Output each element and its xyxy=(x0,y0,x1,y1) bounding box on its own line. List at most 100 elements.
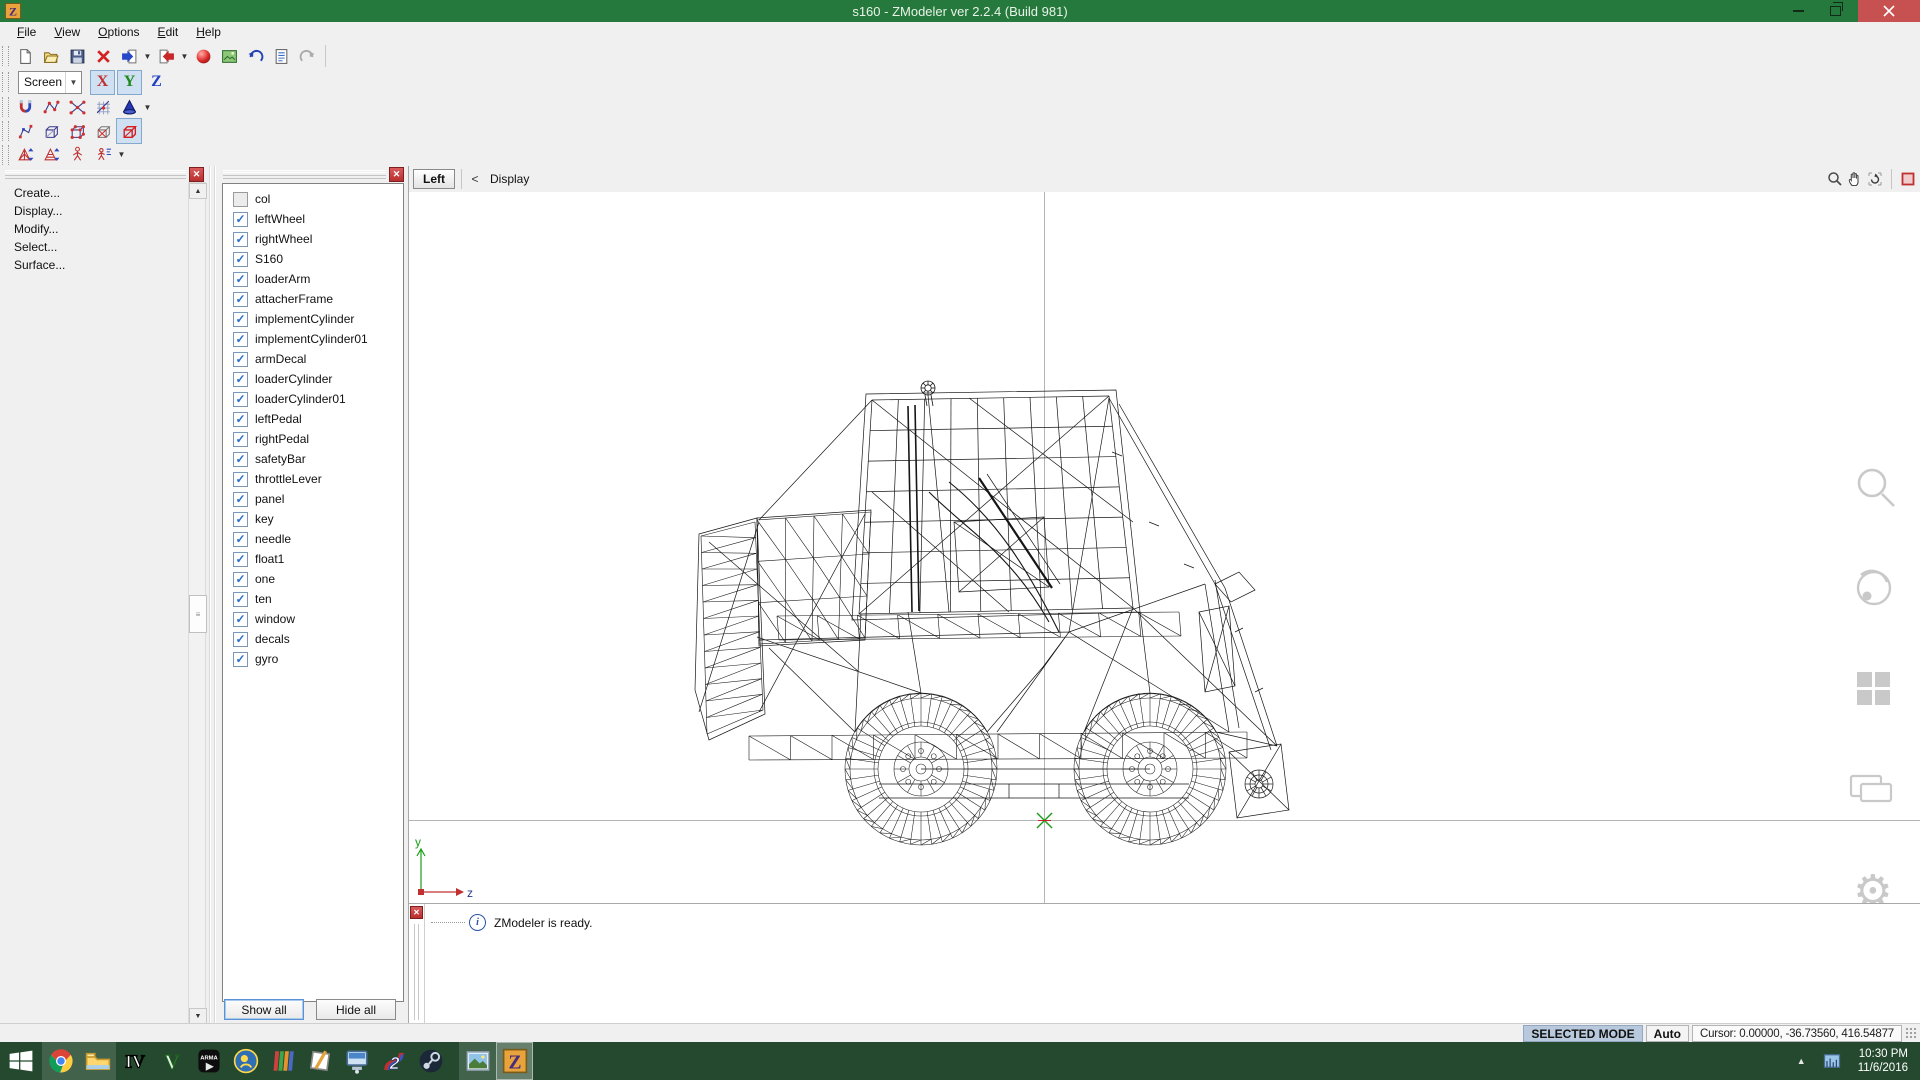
taskbar-arma[interactable]: ARMA xyxy=(190,1042,227,1080)
object-checkbox[interactable]: ✓ xyxy=(233,372,248,387)
object-row[interactable]: ✓leftWheel xyxy=(223,209,403,229)
object-row[interactable]: ✓one xyxy=(223,569,403,589)
object-row[interactable]: ✓S160 xyxy=(223,249,403,269)
object-row[interactable]: ✓attacherFrame xyxy=(223,289,403,309)
object-checkbox[interactable]: ✓ xyxy=(233,472,248,487)
menu-file[interactable]: File xyxy=(8,23,45,41)
taskbar-chrome[interactable] xyxy=(42,1042,79,1080)
taskbar-photo-viewer[interactable] xyxy=(459,1042,496,1080)
commands-scrollbar[interactable]: ▲ ≡ ▼ xyxy=(188,182,206,1025)
view-label-button[interactable]: Left xyxy=(413,169,455,189)
bones-figure-icon[interactable] xyxy=(64,142,90,168)
object-row[interactable]: ✓panel xyxy=(223,489,403,509)
object-row[interactable]: ✓leftPedal xyxy=(223,409,403,429)
scroll-down-icon[interactable]: ▼ xyxy=(189,1008,207,1024)
screen-select[interactable]: Screen ▼ xyxy=(18,71,82,94)
minimize-button[interactable] xyxy=(1781,0,1815,22)
hide-all-button[interactable]: Hide all xyxy=(316,999,396,1020)
scroll-up-icon[interactable]: ▲ xyxy=(189,183,207,199)
show-all-button[interactable]: Show all xyxy=(224,999,304,1020)
toolbar-grip[interactable] xyxy=(2,97,9,117)
view-history-button[interactable]: < xyxy=(468,172,482,186)
menu-view[interactable]: View xyxy=(45,23,89,41)
object-checkbox[interactable]: ✓ xyxy=(233,612,248,627)
axis-z-button[interactable]: Z xyxy=(144,70,169,95)
object-checkbox[interactable]: ✓ xyxy=(233,252,248,267)
tray-app-icon[interactable] xyxy=(1822,1051,1842,1071)
object-row[interactable]: ✓window xyxy=(223,609,403,629)
panel-grip[interactable] xyxy=(223,170,386,179)
taskbar-media-stripes[interactable] xyxy=(264,1042,301,1080)
object-row[interactable]: ✓needle xyxy=(223,529,403,549)
maximize-viewport-icon[interactable] xyxy=(1898,169,1918,189)
object-row[interactable]: ✓loaderCylinder xyxy=(223,369,403,389)
import-icon[interactable] xyxy=(116,43,142,69)
toolbar-grip[interactable] xyxy=(2,46,9,66)
animation-figure-dropdown[interactable]: ▼ xyxy=(116,143,127,167)
object-checkbox[interactable]: ✓ xyxy=(233,332,248,347)
axis-x-button[interactable]: X xyxy=(90,70,115,95)
animation-figure-icon[interactable] xyxy=(90,142,116,168)
import-dropdown[interactable]: ▼ xyxy=(142,44,153,68)
object-checkbox[interactable]: ✓ xyxy=(233,432,248,447)
object-row[interactable]: ✓armDecal xyxy=(223,349,403,369)
command-modify[interactable]: Modify... xyxy=(0,220,186,238)
object-checkbox[interactable]: ✓ xyxy=(233,312,248,327)
uv-mapper-2-icon[interactable] xyxy=(38,142,64,168)
object-checkbox[interactable]: ✓ xyxy=(233,512,248,527)
object-row[interactable]: ✓safetyBar xyxy=(223,449,403,469)
zoom-icon[interactable] xyxy=(1825,169,1845,189)
cube-vertices-icon[interactable] xyxy=(64,118,90,144)
menu-options[interactable]: Options xyxy=(89,23,148,41)
object-checkbox[interactable]: ✓ xyxy=(233,352,248,367)
object-checkbox[interactable]: ✓ xyxy=(233,652,248,667)
pan-icon[interactable] xyxy=(1845,169,1865,189)
toolbar-grip[interactable] xyxy=(2,145,9,165)
cube-faces-icon[interactable] xyxy=(90,118,116,144)
cone-primitive-dropdown[interactable]: ▼ xyxy=(142,95,153,119)
object-checkbox[interactable]: ✓ xyxy=(233,552,248,567)
cone-primitive-icon[interactable] xyxy=(116,94,142,120)
commands-panel-close-button[interactable]: ✕ xyxy=(189,167,204,182)
object-checkbox[interactable]: ✓ xyxy=(233,212,248,227)
objects-panel-close-button[interactable]: ✕ xyxy=(389,167,404,182)
grid-snap-icon[interactable] xyxy=(90,94,116,120)
taskbar-gta-iv[interactable]: IV xyxy=(116,1042,153,1080)
command-create[interactable]: Create... xyxy=(0,184,186,202)
object-checkbox[interactable]: ✓ xyxy=(233,572,248,587)
object-checkbox[interactable]: ✓ xyxy=(233,412,248,427)
taskbar-file-explorer[interactable] xyxy=(79,1042,116,1080)
export-dropdown[interactable]: ▼ xyxy=(179,44,190,68)
object-checkbox[interactable]: ✓ xyxy=(233,292,248,307)
object-row[interactable]: ✓rightPedal xyxy=(223,429,403,449)
orbit-icon[interactable] xyxy=(1865,169,1885,189)
taskbar-fallout[interactable] xyxy=(227,1042,264,1080)
taskbar-steam[interactable] xyxy=(412,1042,449,1080)
object-row[interactable]: col xyxy=(223,189,403,209)
object-row[interactable]: ✓implementCylinder01 xyxy=(223,329,403,349)
resize-grip[interactable] xyxy=(1905,1027,1918,1040)
log-view-icon[interactable] xyxy=(268,43,294,69)
commands-panel-header[interactable]: ✕ xyxy=(2,168,204,181)
cube-selected-icon[interactable] xyxy=(116,118,142,144)
vertices-cross-icon[interactable] xyxy=(64,94,90,120)
export-icon[interactable] xyxy=(153,43,179,69)
save-file-icon[interactable] xyxy=(64,43,90,69)
toolbar-grip[interactable] xyxy=(2,72,9,92)
panel-grip[interactable] xyxy=(5,170,186,179)
object-row[interactable]: ✓gyro xyxy=(223,649,403,669)
auto-indicator[interactable]: Auto xyxy=(1646,1025,1689,1042)
restore-button[interactable] xyxy=(1818,0,1852,22)
cube-objects-icon[interactable] xyxy=(38,118,64,144)
object-checkbox[interactable]: ✓ xyxy=(233,532,248,547)
vertices-edit-icon[interactable] xyxy=(38,94,64,120)
magnet-snap-icon[interactable] xyxy=(12,94,38,120)
material-editor-icon[interactable] xyxy=(190,43,216,69)
display-mode-dropdown[interactable]: Display xyxy=(490,172,529,186)
object-checkbox[interactable]: ✓ xyxy=(233,232,248,247)
taskbar-gta-v[interactable]: V xyxy=(153,1042,190,1080)
object-checkbox[interactable]: ✓ xyxy=(233,632,248,647)
delete-icon[interactable] xyxy=(90,43,116,69)
toolbar-grip[interactable] xyxy=(2,121,9,141)
menu-edit[interactable]: Edit xyxy=(149,23,188,41)
